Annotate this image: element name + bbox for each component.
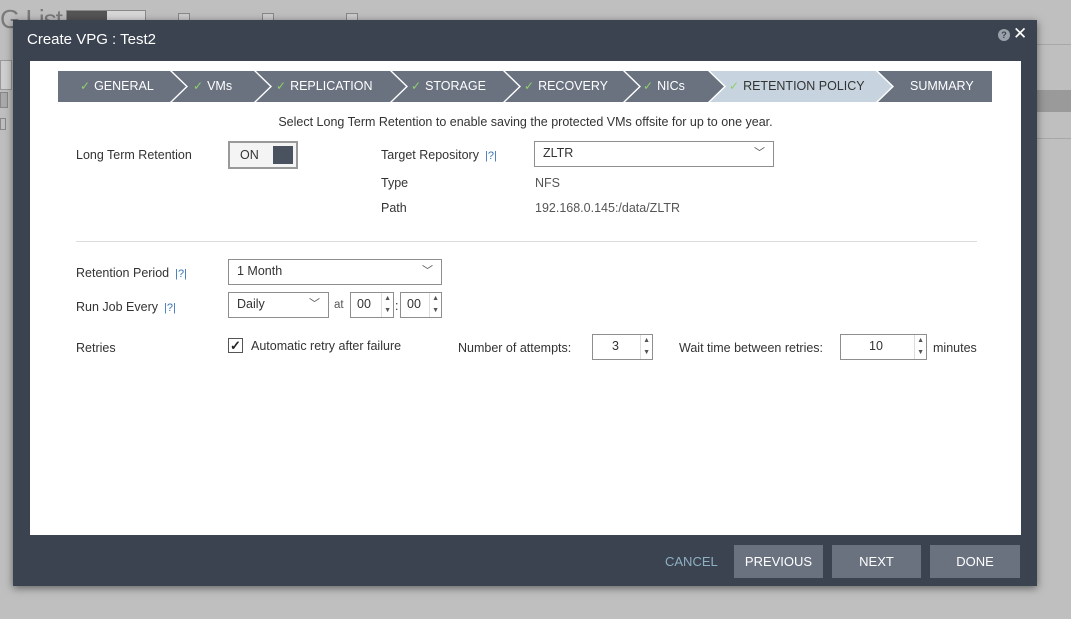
cancel-button[interactable]: CANCEL (665, 545, 718, 578)
target-repository-select[interactable]: ZLTR ﹀ (534, 141, 774, 167)
background-divider (1037, 138, 1071, 139)
help-link[interactable]: |?| (164, 302, 176, 314)
arrow-down-icon[interactable]: ▼ (384, 306, 391, 316)
chevron-down-icon: ﹀ (754, 147, 765, 159)
type-value: NFS (535, 176, 560, 190)
previous-button[interactable]: PREVIOUS (734, 545, 823, 578)
dialog-content: ✓ GENERAL ✓ VMs ✓ REPLICATION ✓ STORAGE ✓ REC… (30, 61, 1021, 535)
check-icon: ✓ (80, 79, 91, 93)
auto-retry-checkbox[interactable]: ✓ (228, 338, 243, 353)
wizard-steps: ✓ GENERAL ✓ VMs ✓ REPLICATION ✓ STORAGE ✓ REC… (58, 71, 992, 102)
run-job-label: Run Job Every |?| (76, 300, 176, 314)
dialog-title: Create VPG : Test2 (27, 31, 156, 48)
at-label: at (334, 299, 344, 311)
check-icon: ✓ (193, 79, 204, 93)
background-sidebar-edge (0, 60, 12, 90)
ltr-label: Long Term Retention (76, 148, 192, 162)
background-sidebar-edge (0, 92, 8, 108)
auto-retry-label: Automatic retry after failure (251, 339, 402, 353)
attempts-label: Number of attempts: (458, 341, 572, 355)
background-sidebar-edge (0, 118, 6, 130)
section-divider (76, 241, 977, 242)
attempts-stepper[interactable]: 3 ▲ ▼ (592, 334, 653, 360)
arrow-up-icon[interactable]: ▲ (432, 294, 439, 304)
ltr-toggle-state: ON (240, 148, 259, 162)
step-recovery[interactable]: ✓ RECOVERY (524, 71, 608, 102)
arrow-up-icon[interactable]: ▲ (917, 336, 924, 346)
arrow-down-icon[interactable]: ▼ (917, 348, 924, 358)
selected-value: Daily (237, 297, 265, 311)
wait-time-stepper[interactable]: 10 ▲ ▼ (840, 334, 927, 360)
next-button[interactable]: NEXT (832, 545, 921, 578)
background-divider (1037, 44, 1071, 45)
run-job-frequency-select[interactable]: Daily ﹀ (228, 292, 329, 318)
ltr-description: Select Long Term Retention to enable sav… (278, 115, 773, 129)
ltr-toggle[interactable]: ON (228, 141, 298, 169)
target-repository-label: Target Repository |?| (381, 148, 497, 162)
step-summary[interactable]: SUMMARY (910, 71, 974, 102)
create-vpg-dialog: Create VPG : Test2 ? ✕ ✓ GENERAL ✓ VMs ✓ RE… (13, 20, 1037, 586)
check-icon: ✓ (411, 79, 422, 93)
wait-time-label: Wait time between retries: (679, 341, 824, 355)
step-retention-policy[interactable]: ✓ RETENTION POLICY (729, 71, 865, 102)
chevron-down-icon: ﹀ (309, 298, 320, 310)
check-icon: ✓ (524, 79, 535, 93)
retention-period-select[interactable]: 1 Month ﹀ (228, 259, 442, 285)
arrow-up-icon[interactable]: ▲ (643, 336, 650, 346)
step-nics[interactable]: ✓ NICs (643, 71, 685, 102)
selected-value: 1 Month (237, 264, 283, 278)
help-link[interactable]: |?| (175, 268, 187, 280)
retention-period-label: Retention Period |?| (76, 266, 187, 280)
step-general[interactable]: ✓ GENERAL (80, 71, 154, 102)
path-label: Path (381, 201, 407, 215)
retries-label: Retries (76, 341, 116, 355)
arrow-down-icon[interactable]: ▼ (432, 306, 439, 316)
wait-time-unit: minutes (933, 341, 977, 355)
close-icon[interactable]: ✕ (1013, 24, 1027, 44)
check-icon: ✓ (729, 79, 740, 93)
path-value: 192.168.0.145:/data/ZLTR (535, 201, 681, 215)
chevron-down-icon: ﹀ (422, 265, 433, 277)
minute-stepper[interactable]: 00 ▲ ▼ (400, 292, 442, 318)
selected-value: ZLTR (543, 146, 574, 160)
hour-stepper[interactable]: 00 ▲ ▼ (350, 292, 394, 318)
step-vms[interactable]: ✓ VMs (193, 71, 232, 102)
done-button[interactable]: DONE (930, 545, 1020, 578)
check-icon: ✓ (276, 79, 287, 93)
arrow-up-icon[interactable]: ▲ (384, 294, 391, 304)
toggle-knob (273, 146, 293, 164)
help-link[interactable]: |?| (485, 150, 497, 162)
background-row-highlight (1037, 90, 1071, 112)
step-storage[interactable]: ✓ STORAGE (411, 71, 486, 102)
time-separator: : (395, 299, 399, 313)
type-label: Type (381, 176, 409, 190)
step-replication[interactable]: ✓ REPLICATION (276, 71, 372, 102)
check-icon: ✓ (643, 79, 654, 93)
arrow-down-icon[interactable]: ▼ (643, 348, 650, 358)
help-icon[interactable]: ? (998, 29, 1010, 41)
